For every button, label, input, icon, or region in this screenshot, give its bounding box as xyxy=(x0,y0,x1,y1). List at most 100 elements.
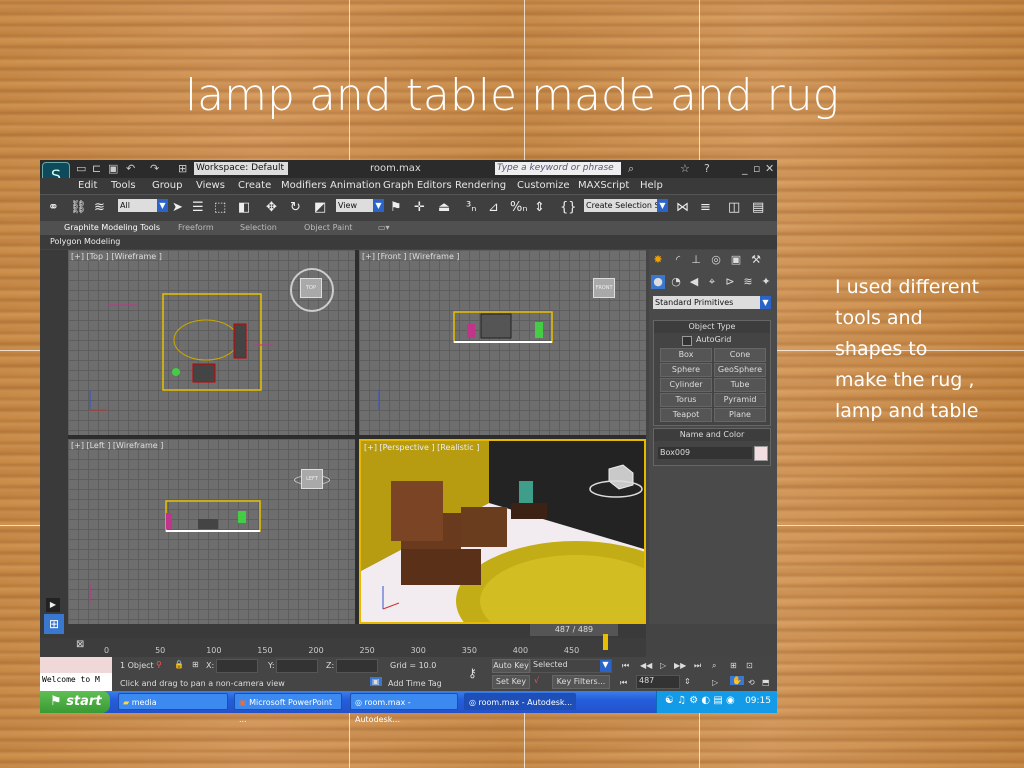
auto-key-button[interactable]: Auto Key xyxy=(492,659,530,673)
project-folder-icon[interactable]: ⊞ xyxy=(178,162,187,175)
undo-icon[interactable]: ↶ xyxy=(126,162,135,175)
selection-filter-dropdown[interactable]: All ▼ xyxy=(118,199,168,212)
play-icon[interactable]: ▷ xyxy=(660,661,666,670)
save-icon[interactable]: ▣ xyxy=(108,162,118,175)
reference-coordinate-dropdown[interactable]: View ▼ xyxy=(336,199,384,212)
menu-modifiers[interactable]: Modifiers xyxy=(281,180,327,191)
rotate-icon[interactable]: ↻ xyxy=(290,200,301,215)
align-icon[interactable]: ≡ xyxy=(700,200,711,215)
set-key-button[interactable]: Set Key xyxy=(492,675,530,689)
keyboard-shortcut-icon[interactable]: ⏏ xyxy=(438,200,450,215)
lock-icon[interactable]: ⚲ xyxy=(156,660,162,669)
menu-customize[interactable]: Customize xyxy=(517,180,570,191)
minimize-icon[interactable]: _ xyxy=(742,162,748,175)
edit-named-selection-icon[interactable]: {} xyxy=(560,200,577,215)
menu-maxscript[interactable]: MAXScript xyxy=(578,180,629,191)
task-powerpoint[interactable]: ▣ Microsoft PowerPoint ... xyxy=(234,693,342,724)
zoom-all-icon[interactable]: ⊞ xyxy=(730,661,737,670)
add-time-tag-icon[interactable]: ▣ xyxy=(370,677,382,686)
display-tab-icon[interactable]: ▣ xyxy=(729,253,743,267)
selection-lock-icon[interactable]: 🔒 xyxy=(174,660,184,669)
tab-freeform[interactable]: Freeform xyxy=(178,223,214,232)
go-to-start-icon[interactable]: ⏮ xyxy=(622,661,629,671)
snaps-toggle-icon[interactable]: ³ₙ xyxy=(466,200,476,215)
scale-icon[interactable]: ◩ xyxy=(314,200,326,215)
y-coord-field[interactable] xyxy=(276,659,318,673)
unlink-icon[interactable]: ⛓ xyxy=(70,200,87,215)
current-frame-field[interactable]: 487 xyxy=(636,675,680,689)
motion-tab-icon[interactable]: ◎ xyxy=(709,253,723,267)
named-selection-dropdown[interactable]: Create Selection Se ▼ xyxy=(584,199,668,212)
graphite-toggle-icon[interactable]: ▤ xyxy=(752,200,764,215)
name-and-color-title[interactable]: Name and Color xyxy=(654,429,770,441)
modify-tab-icon[interactable]: ◜ xyxy=(671,253,685,267)
percent-snap-icon[interactable]: %ₙ xyxy=(510,200,528,215)
cameras-icon[interactable]: ⌖ xyxy=(705,275,719,289)
tab-graphite-modeling-tools[interactable]: Graphite Modeling Tools xyxy=(64,223,160,232)
hierarchy-tab-icon[interactable]: ⊥ xyxy=(689,253,703,267)
menu-rendering[interactable]: Rendering xyxy=(455,180,506,191)
torus-button[interactable]: Torus xyxy=(660,393,712,407)
z-coord-field[interactable] xyxy=(336,659,378,673)
menu-views[interactable]: Views xyxy=(196,180,225,191)
next-frame-icon[interactable]: ▶▶ xyxy=(674,661,686,670)
angle-snap-icon[interactable]: ⊿ xyxy=(488,200,499,215)
tab-selection[interactable]: Selection xyxy=(240,223,277,232)
shapes-icon[interactable]: ◔ xyxy=(669,275,683,289)
systems-icon[interactable]: ✦ xyxy=(759,275,773,289)
search-input[interactable]: Type a keyword or phrase xyxy=(495,162,621,175)
box-button[interactable]: Box xyxy=(660,348,712,362)
open-file-icon[interactable]: ⊏ xyxy=(92,162,101,175)
frame-marker[interactable] xyxy=(603,634,608,650)
geosphere-button[interactable]: GeoSphere xyxy=(714,363,766,377)
menu-create[interactable]: Create xyxy=(238,180,271,191)
binoculars-icon[interactable]: ⌕ xyxy=(628,162,634,176)
cylinder-button[interactable]: Cylinder xyxy=(660,378,712,392)
viewport-layout-icon[interactable]: ⊞ xyxy=(44,614,64,634)
pan-icon[interactable]: ✋ xyxy=(730,676,744,685)
spacewarps-icon[interactable]: ≋ xyxy=(741,275,755,289)
viewport-perspective[interactable]: [+] [Perspective ] [Realistic ] xyxy=(359,439,646,624)
time-config-icon[interactable]: ⇕ xyxy=(684,677,691,686)
maxscript-listener[interactable]: Welcome to M xyxy=(40,657,112,691)
previous-frame-icon[interactable]: ◀◀ xyxy=(640,661,652,670)
move-icon[interactable]: ✥ xyxy=(266,200,277,215)
helpers-icon[interactable]: ⊳ xyxy=(723,275,737,289)
menu-graph-editors[interactable]: Graph Editors xyxy=(383,180,452,191)
key-mode-dropdown[interactable]: Selected ▼ xyxy=(530,659,612,673)
redo-icon[interactable]: ↷ xyxy=(150,162,159,175)
maximize-viewport-icon[interactable]: ⬒ xyxy=(762,678,770,687)
object-type-title[interactable]: Object Type xyxy=(654,321,770,333)
rectangle-selection-icon[interactable]: ⬚ xyxy=(214,200,226,215)
tube-button[interactable]: Tube xyxy=(714,378,766,392)
sphere-button[interactable]: Sphere xyxy=(660,363,712,377)
teapot-button[interactable]: Teapot xyxy=(660,408,712,422)
menu-group[interactable]: Group xyxy=(152,180,182,191)
go-to-end-icon[interactable]: ⏭ xyxy=(694,661,701,671)
lights-icon[interactable]: ◀ xyxy=(687,275,701,289)
set-key-icon[interactable]: √ xyxy=(534,676,539,685)
cone-button[interactable]: Cone xyxy=(714,348,766,362)
viewport-label-perspective[interactable]: [+] [Perspective ] [Realistic ] xyxy=(364,443,479,452)
select-manipulate-icon[interactable]: ✛ xyxy=(414,200,425,215)
add-time-tag[interactable]: Add Time Tag xyxy=(388,679,442,688)
field-of-view-icon[interactable]: ▷ xyxy=(712,678,718,687)
key-filters-button[interactable]: Key Filters... xyxy=(552,675,610,689)
window-crossing-icon[interactable]: ◧ xyxy=(238,200,250,215)
zoom-icon[interactable]: ⌕ xyxy=(712,661,716,671)
start-button[interactable]: ⚑ start xyxy=(40,691,110,713)
task-3dsmax-2[interactable]: ◎ room.max - Autodesk... xyxy=(464,693,576,710)
pivot-center-icon[interactable]: ⚑ xyxy=(390,200,402,215)
x-coord-field[interactable] xyxy=(216,659,258,673)
geometry-icon[interactable]: ● xyxy=(651,275,665,289)
plane-button[interactable]: Plane xyxy=(714,408,766,422)
mirror-icon[interactable]: ⋈ xyxy=(676,200,689,215)
object-color-swatch[interactable] xyxy=(754,446,768,461)
ribbon-options-icon[interactable]: ▭▾ xyxy=(378,223,390,232)
menu-tools[interactable]: Tools xyxy=(111,180,136,191)
menu-animation[interactable]: Animation xyxy=(330,180,381,191)
utilities-tab-icon[interactable]: ⚒ xyxy=(749,253,763,267)
close-icon[interactable]: ✕ xyxy=(765,162,774,175)
task-3dsmax-1[interactable]: ◎ room.max - Autodesk... xyxy=(350,693,458,724)
orbit-icon[interactable]: ⟲ xyxy=(748,678,755,687)
